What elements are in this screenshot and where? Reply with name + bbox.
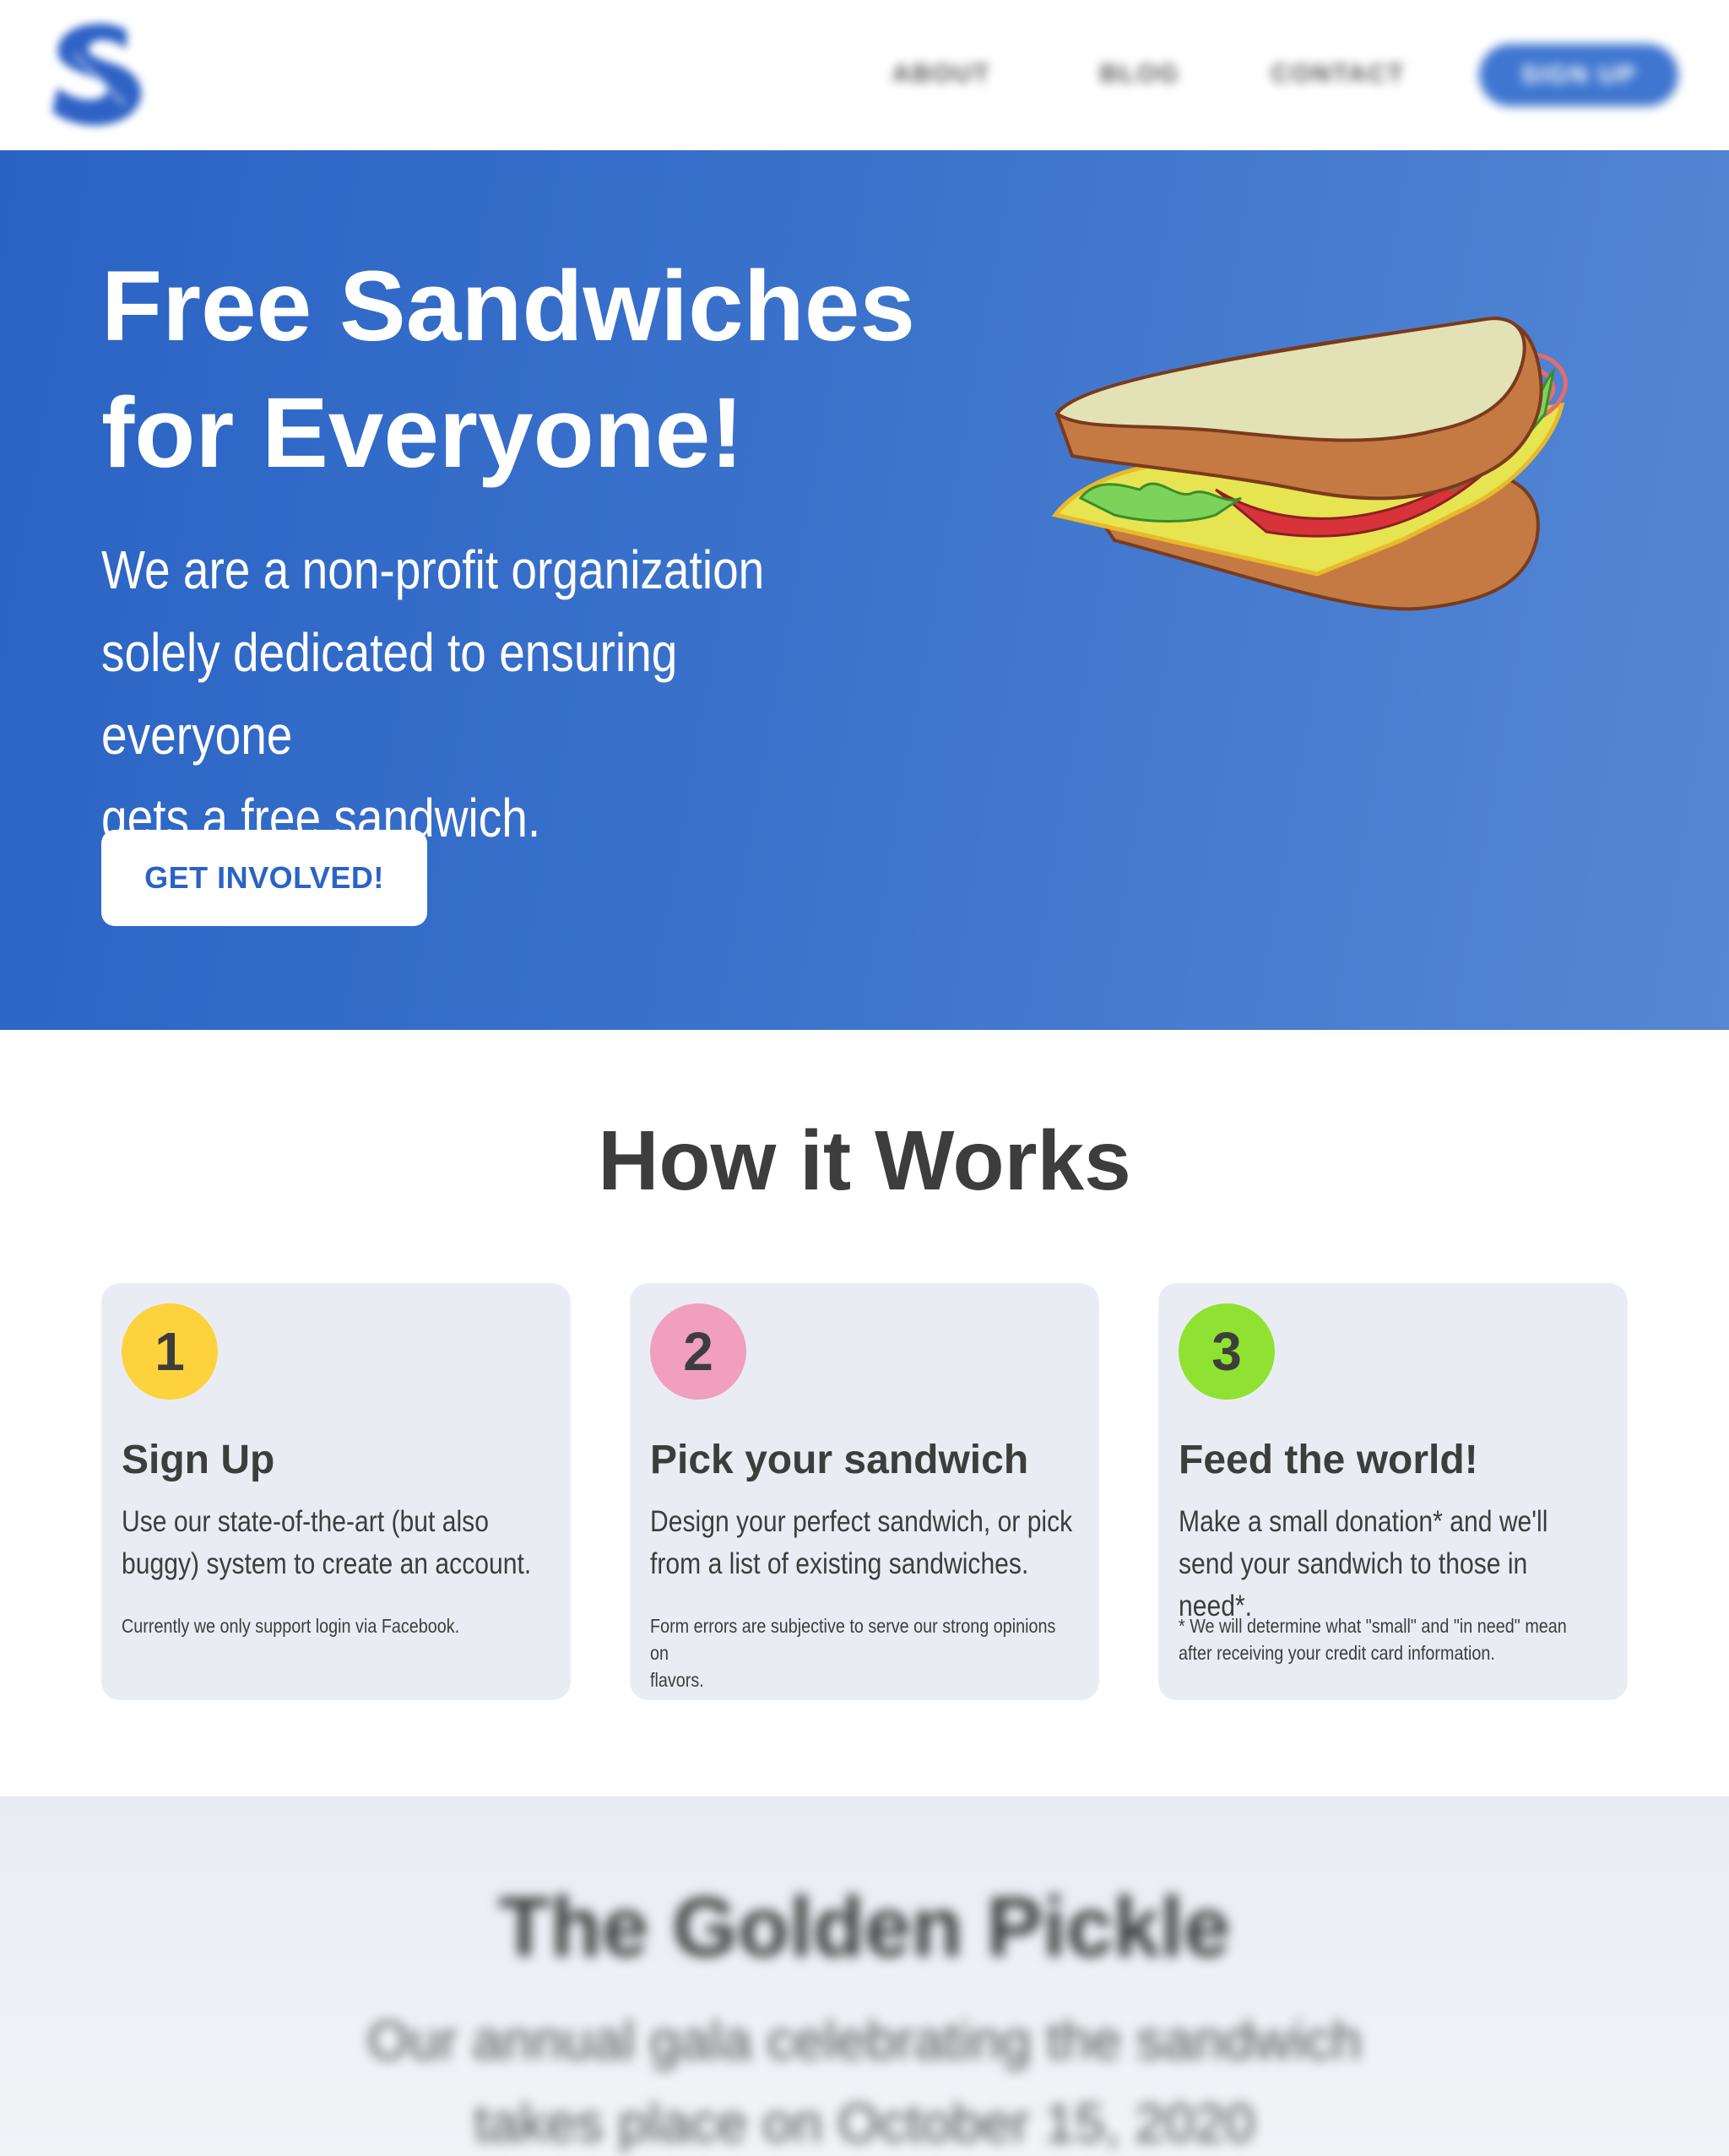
step-description-line: Design your perfect sandwich, or pick [650,1505,1073,1538]
step-card-feed-world: 3 Feed the world! Make a small donation*… [1158,1283,1628,1700]
hero-section: Free Sandwiches for Everyone! We are a n… [0,150,1729,1030]
step-description: Design your perfect sandwich, or pick fr… [650,1501,1078,1585]
step-footnote-line: after receiving your credit card informa… [1179,1642,1495,1664]
nav-blog-link[interactable]: BLOG [1093,57,1186,91]
hero-subtitle: We are a non-profit organization solely … [101,528,827,859]
step-title: Sign Up [122,1438,275,1482]
gala-description-line: Our annual gala celebrating the sandwich [367,2010,1362,2071]
hero-title: Free Sandwiches for Everyone! [101,243,946,496]
step-number-badge: 3 [1179,1303,1275,1400]
step-description: Make a small donation* and we'll send yo… [1179,1501,1607,1628]
hero-subtitle-line: solely dedicated to ensuring everyone [101,622,678,766]
step-description-line: buggy) system to create an account. [122,1547,532,1580]
step-footnote: Form errors are subjective to serve our … [650,1612,1078,1693]
gala-description: Our annual gala celebrating the sandwich… [0,1999,1729,2156]
step-footnote-line: Form errors are subjective to serve our … [650,1615,1056,1664]
nav-contact-link[interactable]: CONTACT [1271,57,1406,91]
step-footnote-line: flavors. [650,1669,704,1691]
hero-title-line: Free Sandwiches [101,251,916,362]
step-title: Feed the world! [1179,1438,1478,1482]
step-card-sign-up: 1 Sign Up Use our state-of-the-art (but … [101,1283,571,1700]
step-number-badge: 1 [122,1303,218,1400]
step-number-badge: 2 [650,1303,746,1400]
step-footnote-line: Currently we only support login via Face… [122,1615,460,1637]
hero-title-line: for Everyone! [101,377,744,489]
step-description-line: from a list of existing sandwiches. [650,1547,1029,1580]
s-logo-icon[interactable] [49,20,154,130]
step-description-line: Make a small donation* and we'll [1179,1505,1548,1538]
gala-title: The Golden Pickle [498,1880,1231,1975]
gala-section: The Golden Pickle Our annual gala celebr… [0,1796,1729,2156]
sign-up-button[interactable]: SIGN UP [1479,44,1678,106]
get-involved-button[interactable]: GET INVOLVED! [101,830,427,926]
hero-subtitle-line: We are a non-profit organization [101,539,765,600]
nav-about-link[interactable]: ABOUT [891,57,992,91]
gala-description-line: takes place on October 15, 2020 [474,2093,1255,2153]
step-description: Use our state-of-the-art (but also buggy… [122,1501,550,1585]
site-header: ABOUT BLOG CONTACT SIGN UP [0,0,1729,150]
sandwich-illustration [1047,287,1579,650]
step-description-line: Use our state-of-the-art (but also [122,1505,489,1538]
step-footnote-line: * We will determine what "small" and "in… [1179,1615,1567,1637]
step-footnote: Currently we only support login via Face… [122,1612,550,1639]
step-description-line: send your sandwich to those in need*. [1179,1547,1528,1622]
step-footnote: * We will determine what "small" and "in… [1179,1612,1607,1666]
how-it-works-title: How it Works [598,1113,1131,1208]
step-title: Pick your sandwich [650,1438,1029,1482]
step-card-pick-sandwich: 2 Pick your sandwich Design your perfect… [630,1283,1099,1700]
